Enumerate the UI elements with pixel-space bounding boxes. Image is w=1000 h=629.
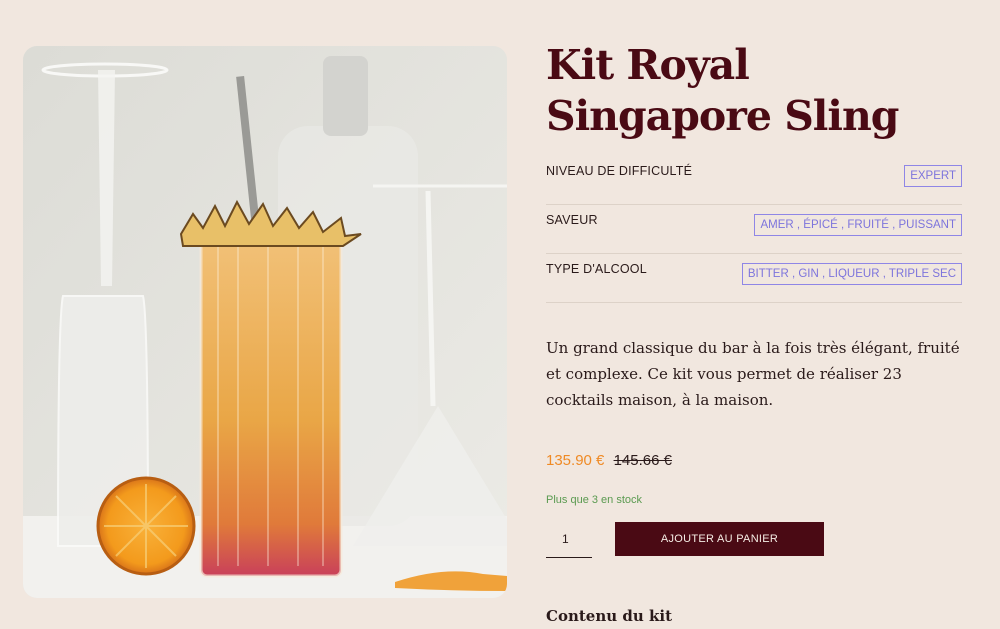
attribute-row-flavour: SAVEUR AMER , ÉPICÉ , FRUITÉ , PUISSANT bbox=[546, 205, 962, 254]
attribute-tag[interactable]: AMER , ÉPICÉ , FRUITÉ , PUISSANT bbox=[754, 214, 962, 236]
attribute-label: NIVEAU DE DIFFICULTÉ bbox=[546, 164, 693, 178]
stock-status: Plus que 3 en stock bbox=[546, 494, 643, 506]
quantity-input[interactable]: 1 bbox=[546, 522, 592, 558]
attribute-tag[interactable]: BITTER , GIN , LIQUEUR , TRIPLE SEC bbox=[741, 263, 962, 285]
product-title: Kit Royal Singapore Sling bbox=[546, 40, 962, 142]
attribute-row-difficulty: NIVEAU DE DIFFICULTÉ EXPERT bbox=[546, 156, 962, 205]
attribute-tag[interactable]: EXPERT bbox=[904, 165, 962, 187]
add-to-cart-form: 1 AJOUTER AU PANIER bbox=[546, 522, 962, 558]
product-title-line2: Singapore Sling bbox=[546, 92, 899, 140]
attribute-row-alcohol: TYPE D'ALCOOL BITTER , GIN , LIQUEUR , T… bbox=[546, 254, 962, 303]
product-photo bbox=[23, 46, 507, 598]
product-description: Un grand classique du bar à la fois très… bbox=[546, 339, 960, 409]
product-attributes: NIVEAU DE DIFFICULTÉ EXPERT SAVEUR AMER … bbox=[546, 156, 962, 303]
price-block: 135.90 € 145.66 € bbox=[546, 452, 962, 469]
kit-contents-heading: Contenu du kit bbox=[546, 607, 672, 625]
product-info: Kit Royal Singapore Sling NIVEAU DE DIFF… bbox=[546, 40, 962, 625]
add-to-cart-button[interactable]: AJOUTER AU PANIER bbox=[615, 522, 824, 556]
old-price: 145.66 € bbox=[613, 452, 672, 469]
attribute-label: SAVEUR bbox=[546, 213, 598, 227]
current-price: 135.90 € bbox=[546, 452, 605, 469]
product-title-line1: Kit Royal bbox=[546, 41, 750, 89]
attribute-label: TYPE D'ALCOOL bbox=[546, 262, 647, 276]
